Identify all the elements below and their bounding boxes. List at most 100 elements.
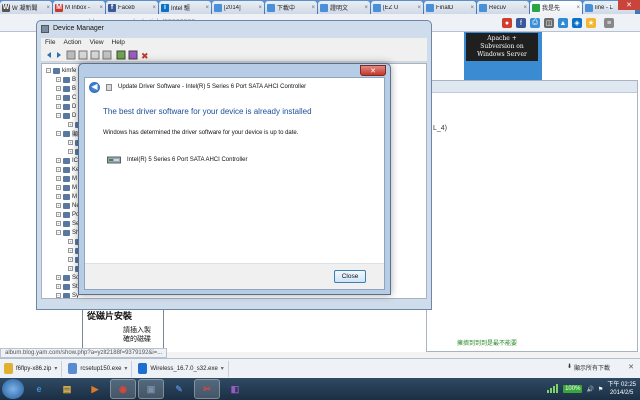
expand-icon[interactable]: +: [68, 266, 73, 271]
menu-item-file[interactable]: File: [45, 38, 55, 48]
download-item[interactable]: Wireless_16.7.0_s32.exe ▾: [134, 360, 229, 377]
taskbar-ie-icon[interactable]: e: [26, 379, 52, 399]
volume-icon[interactable]: 🔊: [586, 386, 593, 393]
network-signal-icon[interactable]: [547, 383, 559, 395]
tab-close-icon[interactable]: ×: [99, 5, 103, 11]
tab-close-icon[interactable]: ×: [417, 5, 421, 11]
tree-node[interactable]: + IC: [56, 156, 78, 165]
extension-icon[interactable]: ▲: [558, 18, 568, 28]
browser-tab[interactable]: Recuv ×: [477, 1, 529, 14]
collapse-icon[interactable]: −: [56, 230, 61, 235]
collapse-icon[interactable]: −: [56, 293, 61, 298]
tree-node[interactable]: + M: [56, 174, 77, 183]
tab-close-icon[interactable]: ×: [258, 5, 262, 11]
expand-icon[interactable]: +: [56, 104, 61, 109]
facebook-icon[interactable]: f: [516, 18, 526, 28]
tree-node[interactable]: + Po: [56, 210, 79, 219]
taskbar-app8-icon[interactable]: ◧: [222, 379, 248, 399]
tree-node[interactable]: + B: [56, 75, 76, 84]
collapse-icon[interactable]: −: [56, 113, 61, 118]
expand-icon[interactable]: +: [68, 140, 73, 145]
browser-tab[interactable]: 下載中 ×: [265, 1, 317, 14]
menu-icon[interactable]: ≡: [604, 18, 614, 28]
download-item[interactable]: f6flpy-x86.zip ▾: [0, 360, 63, 377]
taskbar-device-icon[interactable]: ▣: [138, 379, 164, 399]
back-arrow-icon[interactable]: ◀: [89, 81, 100, 93]
tree-node[interactable]: + Ke: [56, 165, 79, 174]
tree-node[interactable]: + C: [56, 93, 76, 102]
tree-node[interactable]: + B: [56, 84, 76, 93]
close-downloads-icon[interactable]: ✕: [628, 363, 634, 371]
tab-close-icon[interactable]: ×: [470, 5, 474, 11]
expand-icon[interactable]: +: [56, 194, 61, 199]
expand-icon[interactable]: +: [68, 149, 73, 154]
browser-tab[interactable]: 我是先 ×: [530, 1, 582, 14]
tree-node[interactable]: − D: [56, 111, 76, 120]
expand-icon[interactable]: +: [56, 86, 61, 91]
tree-node[interactable]: + D: [56, 102, 76, 111]
maximize-button[interactable]: ▭: [602, 0, 618, 10]
tree-node[interactable]: + Ne: [56, 201, 80, 210]
taskbar-media-icon[interactable]: ▶: [82, 379, 108, 399]
menu-item-action[interactable]: Action: [63, 38, 81, 48]
expand-icon[interactable]: +: [68, 257, 73, 262]
expand-icon[interactable]: +: [56, 77, 61, 82]
toolbar-icons[interactable]: ✖: [41, 48, 161, 62]
tree-node[interactable]: − 顯: [56, 129, 78, 138]
expand-icon[interactable]: +: [68, 248, 73, 253]
expand-icon[interactable]: +: [56, 212, 61, 217]
print-icon[interactable]: ⎙: [530, 18, 540, 28]
tree-node[interactable]: + M: [56, 192, 77, 201]
browser-tab[interactable]: [2014] ×: [212, 1, 264, 14]
dialog-close-x-button[interactable]: ✕: [360, 65, 386, 76]
expand-icon[interactable]: +: [56, 95, 61, 100]
expand-icon[interactable]: +: [56, 167, 61, 172]
tree-node[interactable]: − Sy: [56, 291, 79, 298]
extension-icon[interactable]: ●: [502, 18, 512, 28]
extension-icon[interactable]: ★: [586, 18, 596, 28]
tab-close-icon[interactable]: ×: [46, 5, 50, 11]
menu-item-help[interactable]: Help: [112, 38, 125, 48]
browser-tab[interactable]: f Faceb ×: [106, 1, 158, 14]
expand-icon[interactable]: +: [56, 158, 61, 163]
tree-node[interactable]: + St: [56, 282, 78, 291]
menu-item-view[interactable]: View: [90, 38, 104, 48]
expand-icon[interactable]: +: [56, 221, 61, 226]
download-menu-arrow-icon[interactable]: ▾: [221, 365, 224, 372]
download-item[interactable]: rcsetup150.exe ▾: [64, 360, 133, 377]
show-all-downloads-link[interactable]: ⬇ 顯示所有下載: [567, 363, 610, 372]
expand-icon[interactable]: +: [56, 203, 61, 208]
browser-tab[interactable]: WW 凝新聞 ×: [0, 1, 52, 14]
extension-icon[interactable]: ◫: [544, 18, 554, 28]
expand-icon[interactable]: +: [56, 185, 61, 190]
expand-icon[interactable]: +: [56, 275, 61, 280]
extension-icon[interactable]: ◈: [572, 18, 582, 28]
flag-icon[interactable]: ⚑: [598, 386, 603, 393]
collapse-icon[interactable]: −: [56, 131, 61, 136]
tab-close-icon[interactable]: ×: [364, 5, 368, 11]
battery-indicator[interactable]: 100%: [563, 385, 583, 393]
tab-close-icon[interactable]: ×: [523, 5, 527, 11]
download-menu-arrow-icon[interactable]: ▾: [54, 365, 57, 372]
tab-close-icon[interactable]: ×: [311, 5, 315, 11]
expand-icon[interactable]: +: [68, 239, 73, 244]
tree-node[interactable]: − kimfe: [46, 66, 76, 75]
browser-tab[interactable]: FinalD ×: [424, 1, 476, 14]
expand-icon[interactable]: +: [68, 122, 73, 127]
browser-tab[interactable]: 證明文 ×: [318, 1, 370, 14]
browser-tab[interactable]: MM Inbox - ×: [53, 1, 105, 14]
close-button[interactable]: Close: [334, 270, 366, 283]
tree-node[interactable]: − Sh: [56, 228, 79, 237]
taskbar-tool-icon[interactable]: ✂: [194, 379, 220, 399]
expand-icon[interactable]: +: [56, 284, 61, 289]
tree-node[interactable]: + M: [56, 183, 77, 192]
tab-close-icon[interactable]: ×: [152, 5, 156, 11]
taskbar-chrome-icon[interactable]: ◉: [110, 379, 136, 399]
tree-node[interactable]: + Se: [56, 219, 79, 228]
clock[interactable]: 下午 02:25 2014/2/5: [607, 381, 636, 397]
collapse-icon[interactable]: −: [46, 68, 51, 73]
expand-icon[interactable]: +: [56, 176, 61, 181]
browser-tab[interactable]: i Intel 驅 ×: [159, 1, 211, 14]
taskbar-explorer-icon[interactable]: ▤: [54, 379, 80, 399]
download-menu-arrow-icon[interactable]: ▾: [124, 365, 127, 372]
